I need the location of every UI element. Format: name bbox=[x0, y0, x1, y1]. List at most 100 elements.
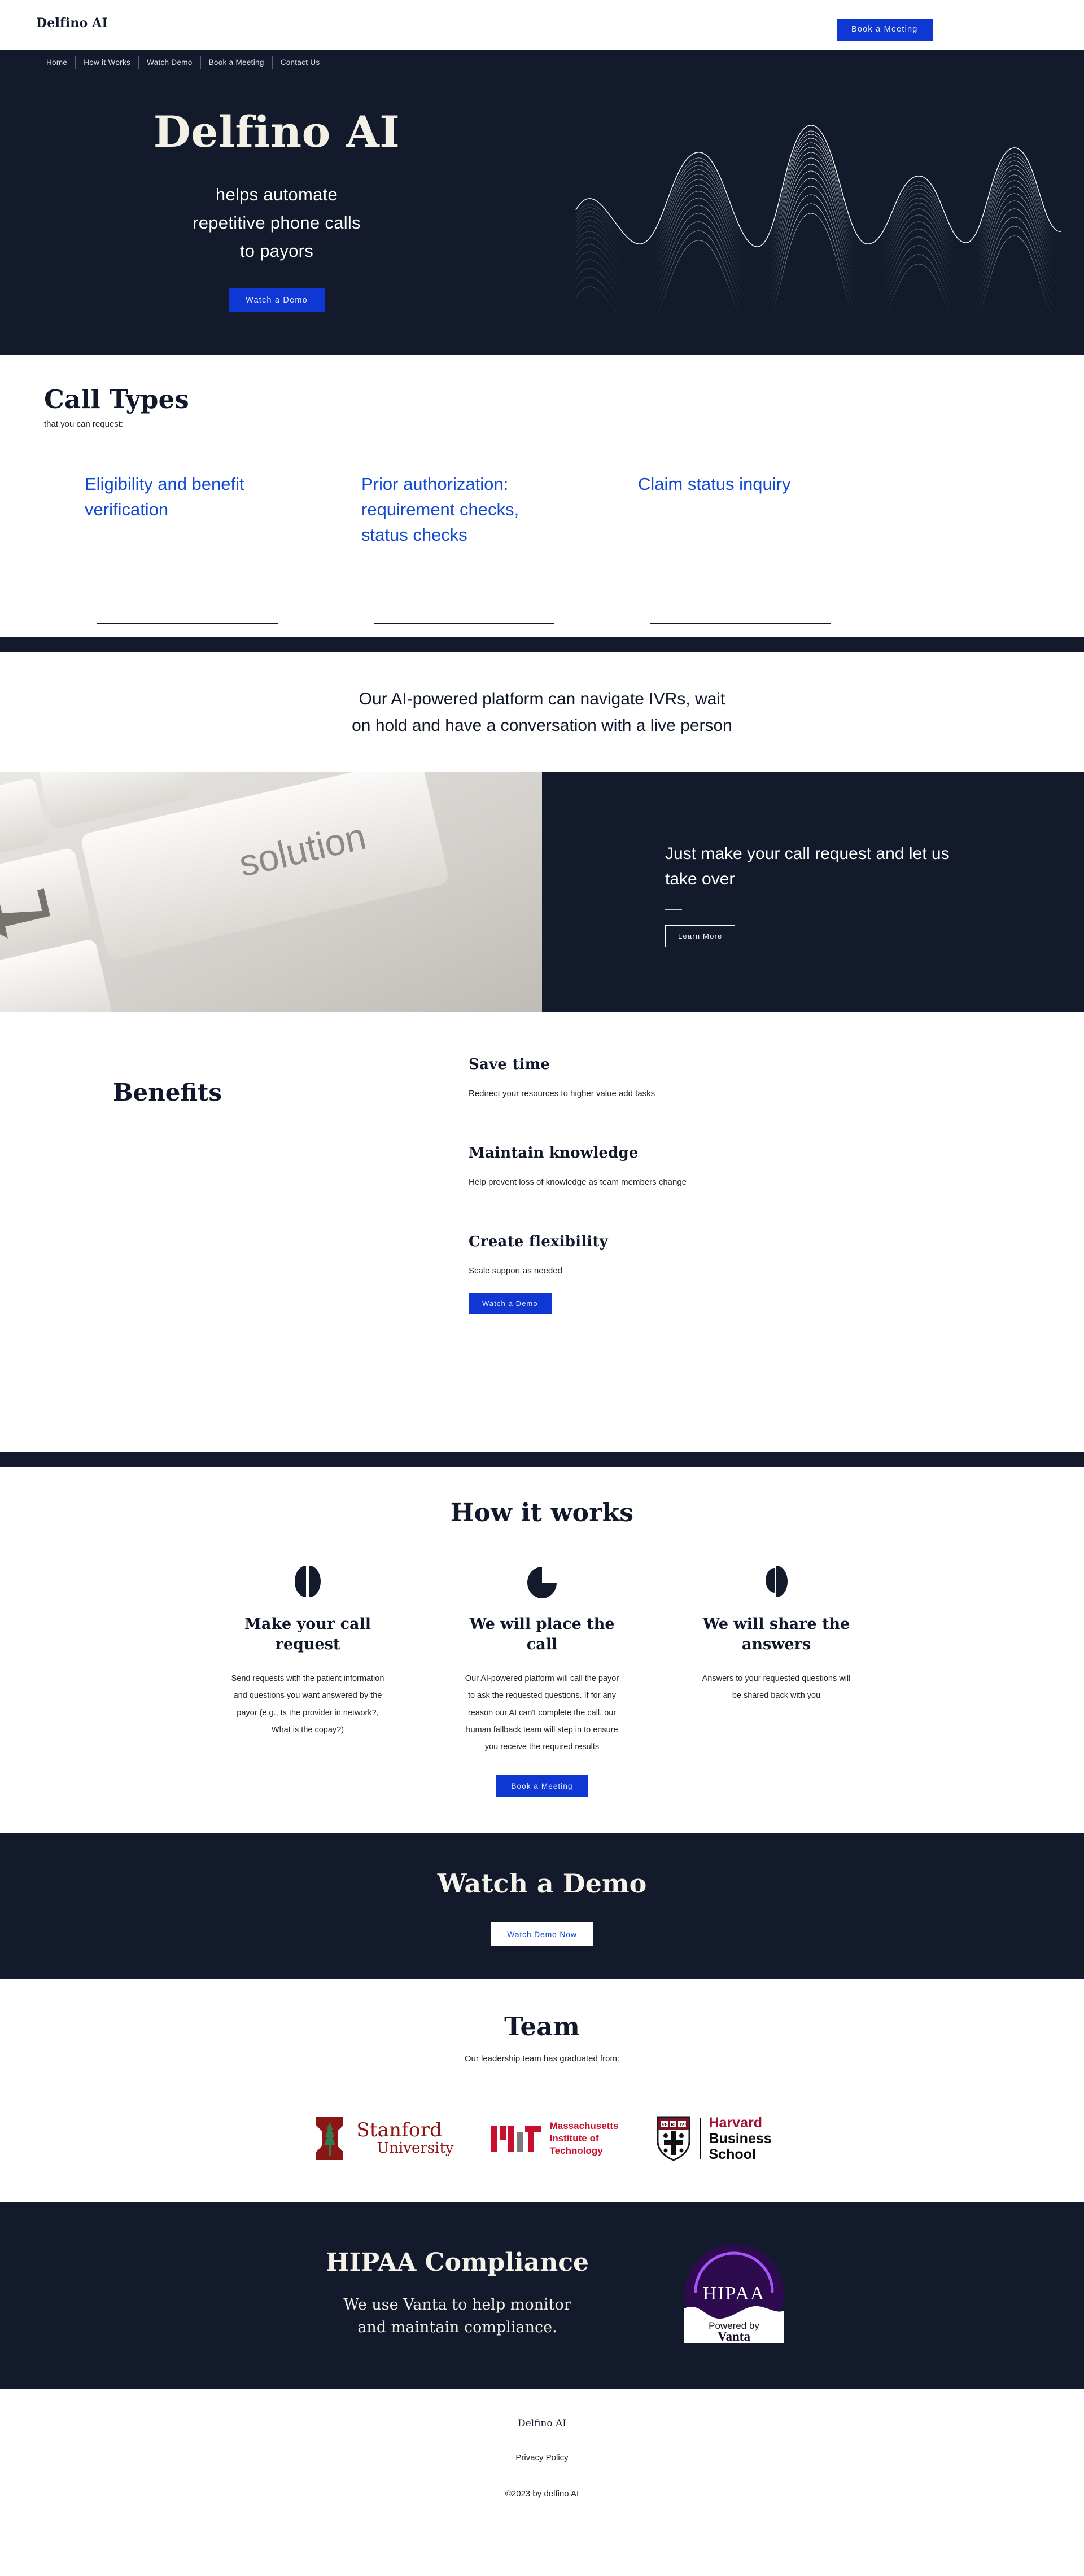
harvard-line-1: Harvard bbox=[709, 2114, 763, 2131]
benefit-item-create-flexibility: Create flexibility Scale support as need… bbox=[469, 1233, 762, 1314]
team-subtitle: Our leadership team has graduated from: bbox=[464, 2053, 620, 2064]
step-heading: We will share the answers bbox=[702, 1615, 850, 1654]
call-type-underline bbox=[650, 623, 831, 624]
main-navigation: Home How it Works Watch Demo Book a Meet… bbox=[0, 50, 1084, 76]
mit-bars-icon bbox=[491, 2125, 541, 2152]
call-types-title: Call Types bbox=[44, 384, 189, 414]
section-divider-band bbox=[0, 1452, 1084, 1467]
hipaa-badge-top-text: HIPAA bbox=[703, 2283, 766, 2304]
nav-item-book-a-meeting[interactable]: Book a Meeting bbox=[201, 56, 273, 69]
call-types-subtitle: that you can request: bbox=[44, 419, 124, 429]
hero-subtitle-line-2: repetitive phone calls bbox=[193, 213, 361, 233]
call-type-underline bbox=[97, 623, 278, 624]
call-types-section: Call Types that you can request: Eligibi… bbox=[0, 355, 1084, 637]
benefits-title: Benefits bbox=[113, 1078, 222, 1106]
nav-item-how-it-works[interactable]: How it Works bbox=[76, 56, 139, 69]
split-feature-section: solution Just make your call request and… bbox=[0, 772, 1084, 1012]
mit-line-1: Massachusetts bbox=[549, 2121, 619, 2132]
call-type-label: Eligibility and benefit verification bbox=[85, 474, 244, 519]
step-body: Answers to your requested questions will… bbox=[702, 1673, 851, 1701]
hero-section: Delfino AI helps automate repetitive pho… bbox=[0, 76, 1084, 355]
benefit-heading: Create flexibility bbox=[469, 1233, 608, 1251]
benefit-heading: Maintain knowledge bbox=[469, 1145, 639, 1162]
watch-demo-section: Watch a Demo Watch Demo Now bbox=[0, 1833, 1084, 1979]
hipaa-vanta-badge: HIPAA Powered by Vanta bbox=[684, 2244, 784, 2343]
benefit-body: Help prevent loss of knowledge as team m… bbox=[469, 1177, 687, 1188]
stanford-university-logo: Stanford University bbox=[312, 2114, 454, 2163]
call-request-panel: Just make your call request and let us t… bbox=[542, 772, 1084, 1012]
how-it-works-step-2: We will place the call Our AI-powered pl… bbox=[457, 1561, 627, 1756]
hipaa-badge-brand-text: Vanta bbox=[718, 2329, 750, 2343]
benefit-item-maintain-knowledge: Maintain knowledge Help prevent loss of … bbox=[469, 1145, 762, 1190]
learn-more-button[interactable]: Learn More bbox=[665, 925, 736, 947]
ivr-statement-line-2: on hold and have a conversation with a l… bbox=[352, 716, 732, 735]
hero-title: Delfino AI bbox=[153, 107, 400, 157]
how-it-works-step-1: Make your call request Send requests wit… bbox=[223, 1561, 392, 1756]
harvard-line-3: School bbox=[709, 2146, 756, 2162]
call-type-card-prior-authorization[interactable]: Prior authorization: requirement checks,… bbox=[361, 472, 554, 624]
two-half-circles-icon bbox=[223, 1561, 392, 1602]
hipaa-body-line-2: and maintain compliance. bbox=[357, 2319, 557, 2337]
watch-a-demo-button-benefits[interactable]: Watch a Demo bbox=[469, 1293, 552, 1314]
call-type-underline bbox=[374, 623, 554, 624]
hero-subtitle-line-3: to payors bbox=[239, 241, 314, 261]
mit-logo: Massachusetts Institute of Technology bbox=[491, 2120, 619, 2157]
call-type-card-eligibility[interactable]: Eligibility and benefit verification bbox=[85, 472, 278, 624]
step-heading: Make your call request bbox=[244, 1615, 371, 1654]
footer-brand: Delfino AI bbox=[517, 2417, 567, 2429]
harvard-wordmark: Harvard Business School bbox=[709, 2115, 772, 2162]
step-body: Our AI-powered platform will call the pa… bbox=[465, 1673, 619, 1752]
benefit-body: Redirect your resources to higher value … bbox=[469, 1088, 655, 1098]
benefit-item-save-time: Save time Redirect your resources to hig… bbox=[469, 1056, 762, 1102]
stanford-block-s-icon bbox=[315, 2115, 345, 2161]
call-type-label: Prior authorization: requirement checks,… bbox=[361, 474, 519, 545]
step-heading: We will place the call bbox=[469, 1615, 615, 1654]
benefit-heading: Save time bbox=[469, 1055, 550, 1073]
nav-item-watch-demo[interactable]: Watch Demo bbox=[139, 56, 201, 69]
nav-item-contact-us[interactable]: Contact Us bbox=[273, 56, 328, 69]
mit-wordmark: Massachusetts Institute of Technology bbox=[550, 2120, 619, 2157]
stanford-line-2: University bbox=[377, 2140, 454, 2157]
call-types-columns: Eligibility and benefit verification Pri… bbox=[0, 472, 1084, 624]
panel-rule-divider bbox=[665, 909, 682, 910]
harvard-business-school-logo: VE RI TAS Harvard Business School bbox=[656, 2115, 772, 2162]
stanford-line-1: Stanford bbox=[356, 2119, 443, 2142]
stanford-wordmark: Stanford University bbox=[356, 2121, 453, 2156]
privacy-policy-link[interactable]: Privacy Policy bbox=[515, 2453, 568, 2463]
svg-text:VE: VE bbox=[661, 2122, 667, 2127]
offset-half-circles-icon bbox=[692, 1561, 861, 1602]
keyboard-illustration: solution bbox=[0, 772, 542, 1012]
watch-demo-title: Watch a Demo bbox=[437, 1868, 647, 1899]
footer-copyright: ©2023 by delfino AI bbox=[505, 2489, 579, 2499]
harvard-logo-divider bbox=[699, 2117, 701, 2159]
watch-demo-now-button[interactable]: Watch Demo Now bbox=[491, 1922, 593, 1946]
harvard-veritas-shield-icon: VE RI TAS bbox=[657, 2116, 690, 2161]
how-it-works-steps: Make your call request Send requests wit… bbox=[0, 1561, 1084, 1756]
ivr-statement-line-1: Our AI-powered platform can navigate IVR… bbox=[359, 690, 725, 708]
step-body: Send requests with the patient informati… bbox=[231, 1673, 384, 1734]
hero-subtitle: helps automate repetitive phone calls to… bbox=[119, 181, 435, 266]
watch-a-demo-button-hero[interactable]: Watch a Demo bbox=[229, 288, 325, 312]
nav-item-home[interactable]: Home bbox=[38, 56, 76, 69]
ivr-statement-section: Our AI-powered platform can navigate IVR… bbox=[0, 652, 1084, 772]
harvard-line-2: Business bbox=[709, 2130, 772, 2146]
hero-copy: Delfino AI helps automate repetitive pho… bbox=[119, 107, 435, 312]
hero-subtitle-line-1: helps automate bbox=[215, 185, 338, 204]
book-a-meeting-button-top[interactable]: Book a Meeting bbox=[837, 19, 933, 41]
svg-text:RI: RI bbox=[671, 2122, 676, 2127]
call-types-header: Call Types that you can request: bbox=[44, 384, 1084, 429]
call-type-card-claim-status[interactable]: Claim status inquiry bbox=[638, 472, 831, 624]
hipaa-compliance-section: HIPAA Compliance We use Vanta to help mo… bbox=[0, 2202, 1084, 2389]
mit-line-2: Institute of bbox=[549, 2132, 599, 2144]
benefits-section: Benefits Save time Redirect your resourc… bbox=[0, 1011, 1084, 1452]
hipaa-copy: HIPAA Compliance We use Vanta to help mo… bbox=[299, 2248, 615, 2340]
keyboard-solution-photo: solution bbox=[0, 772, 542, 1012]
call-type-label: Claim status inquiry bbox=[638, 474, 791, 494]
brand-logo[interactable]: Delfino AI bbox=[36, 16, 108, 30]
soundwave-graphic bbox=[575, 125, 1062, 334]
benefit-body: Scale support as needed bbox=[469, 1266, 562, 1276]
book-a-meeting-button-how-it-works[interactable]: Book a Meeting bbox=[496, 1775, 588, 1797]
section-divider-band bbox=[0, 637, 1084, 652]
page-footer: Delfino AI Privacy Policy ©2023 by delfi… bbox=[0, 2388, 1084, 2533]
top-bar: Delfino AI Book a Meeting bbox=[0, 0, 1084, 50]
